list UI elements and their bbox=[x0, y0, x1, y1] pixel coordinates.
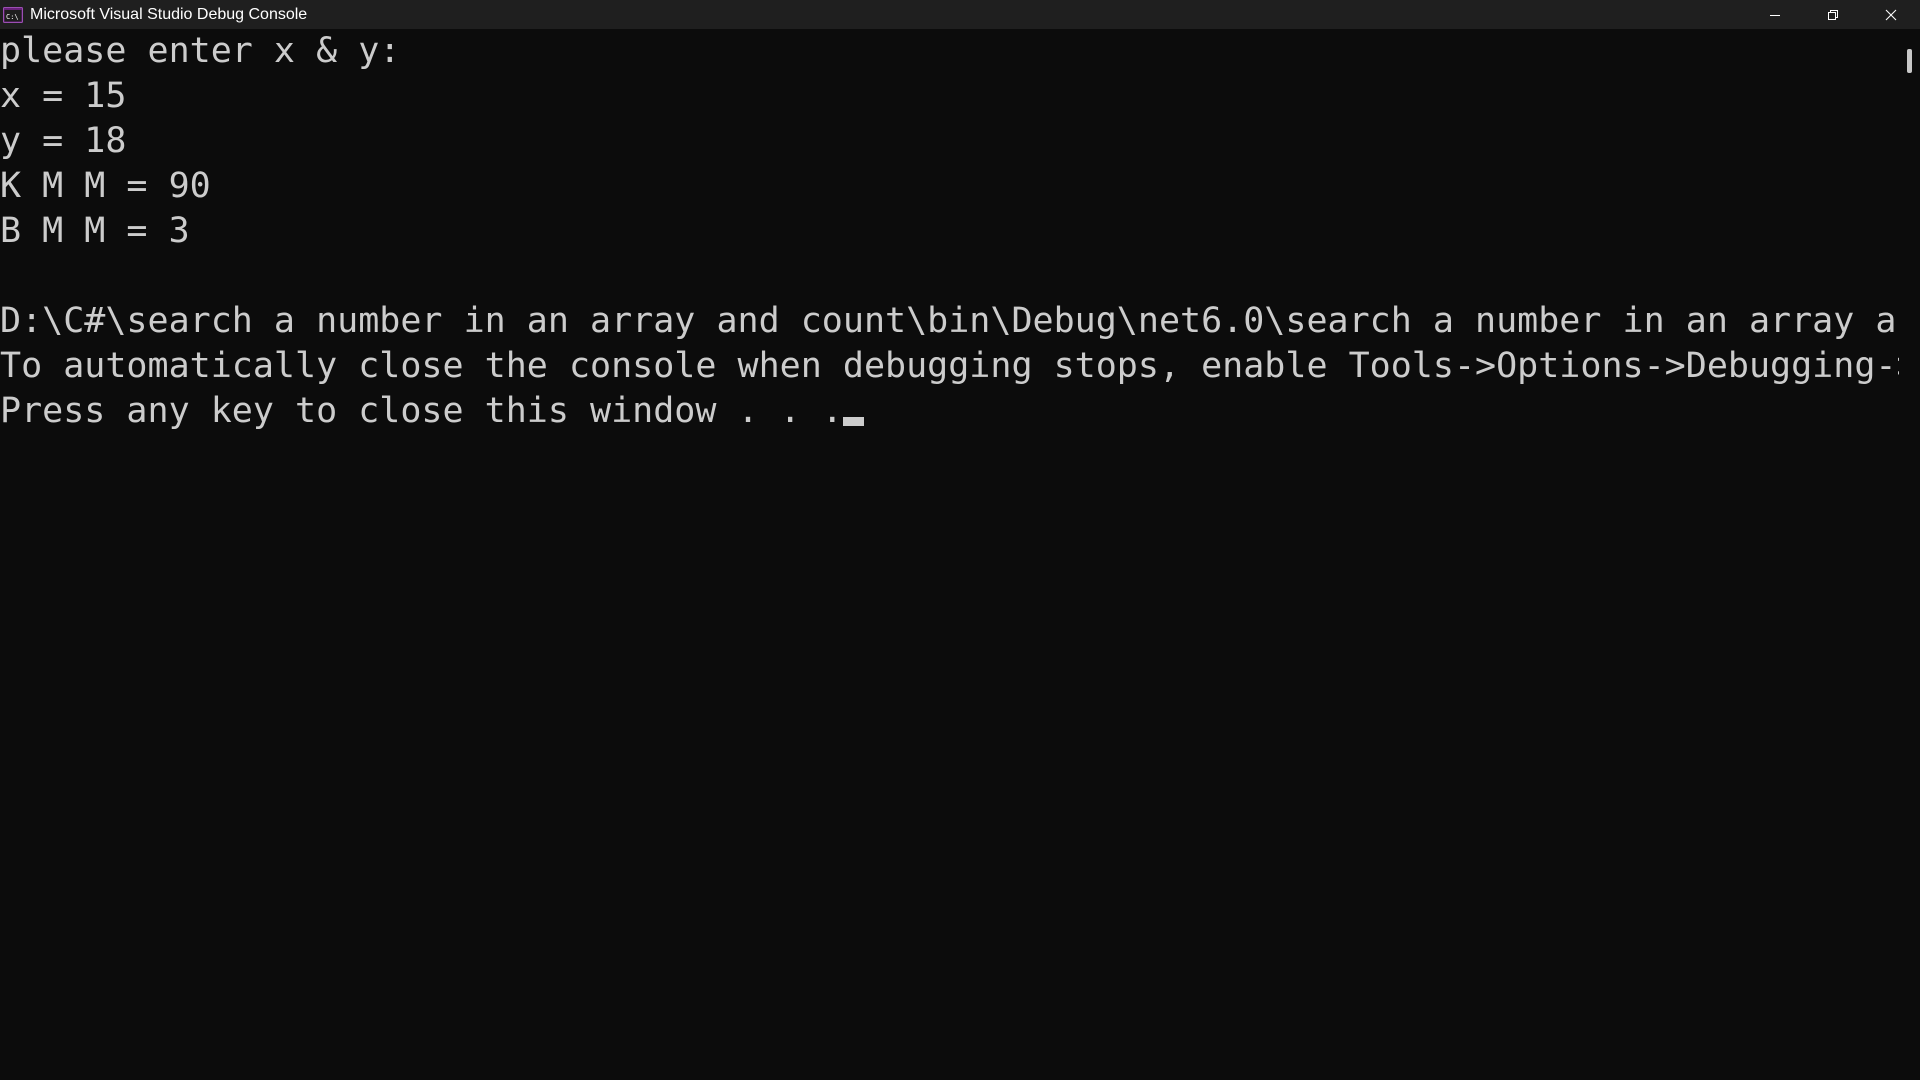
text-cursor bbox=[842, 417, 864, 426]
title-bar[interactable]: C:\ Microsoft Visual Studio Debug Consol… bbox=[0, 0, 1920, 29]
restore-button[interactable] bbox=[1804, 0, 1862, 29]
console-prompt-text: Press any key to close this window . . . bbox=[0, 391, 843, 431]
debug-console-window: C:\ Microsoft Visual Studio Debug Consol… bbox=[0, 0, 1920, 1080]
console-prompt-line: Press any key to close this window . . . bbox=[0, 389, 1899, 434]
close-icon bbox=[1885, 9, 1897, 20]
vertical-scrollbar[interactable] bbox=[1899, 29, 1920, 1080]
minimize-button[interactable] bbox=[1746, 0, 1804, 29]
console-line: y = 18 bbox=[0, 121, 127, 161]
minimize-icon bbox=[1770, 14, 1780, 16]
window-title: Microsoft Visual Studio Debug Console bbox=[30, 5, 308, 23]
close-button[interactable] bbox=[1862, 0, 1920, 29]
console-lines: please enter x & y: x = 15 y = 18 K M M … bbox=[0, 29, 1899, 434]
svg-text:C:\: C:\ bbox=[6, 13, 19, 21]
console-line: please enter x & y: bbox=[0, 31, 401, 71]
caption-buttons bbox=[1746, 0, 1920, 29]
console-line: B M M = 3 bbox=[0, 211, 190, 251]
console-line: D:\C#\search a number in an array and co… bbox=[0, 301, 1899, 341]
console-line: To automatically close the console when … bbox=[0, 346, 1899, 386]
scrollbar-thumb[interactable] bbox=[1907, 49, 1912, 73]
console-line: K M M = 90 bbox=[0, 166, 211, 206]
console-output[interactable]: please enter x & y: x = 15 y = 18 K M M … bbox=[0, 29, 1899, 1080]
console-app-icon: C:\ bbox=[3, 6, 23, 23]
restore-icon bbox=[1828, 9, 1838, 20]
console-line: x = 15 bbox=[0, 76, 127, 116]
